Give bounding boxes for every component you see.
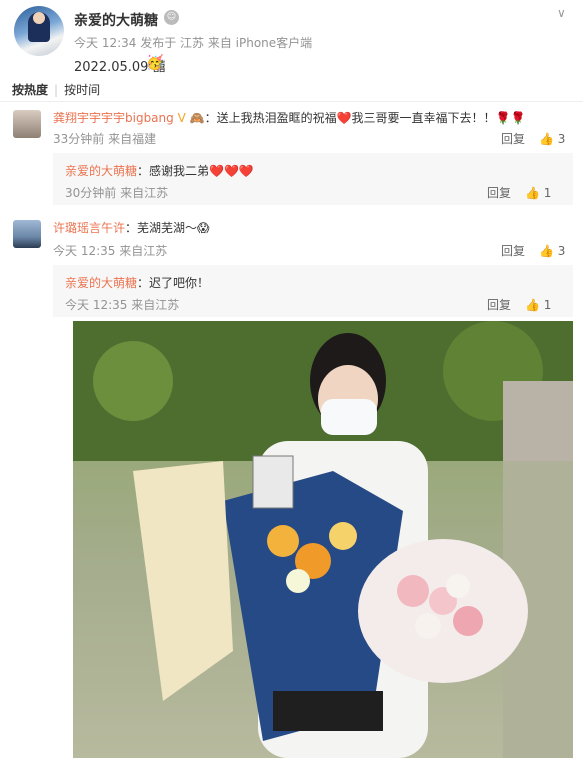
reply-1: 亲爱的大萌糖：感谢我二弟❤️❤️❤️ xyxy=(65,162,254,179)
thumbs-up-icon: 👍 xyxy=(525,298,540,312)
reply-actions: 回复 👍 1 xyxy=(487,296,551,313)
comment-text: ：送上我热泪盈眶的祝福❤️我三哥要一直幸福下去！！🌹🌹 xyxy=(204,111,526,125)
comment-actions: 回复 👍 3 xyxy=(501,242,565,259)
comment-meta: 33分钟前 来自福建 xyxy=(53,132,157,146)
comment-sort-bar: 按热度 | 按时间 xyxy=(12,81,100,98)
like-count: 3 xyxy=(557,132,566,146)
party-emoji-icon: 🥳 xyxy=(146,55,164,71)
like-count: 3 xyxy=(557,244,566,258)
like-count: 1 xyxy=(543,186,552,200)
reply-username[interactable]: 亲爱的大萌糖 xyxy=(65,276,137,290)
reply-meta: 30分钟前 来自江苏 xyxy=(65,186,169,200)
like-button[interactable]: 👍 3 xyxy=(539,244,565,258)
flower xyxy=(286,569,310,593)
face-mask xyxy=(321,399,377,435)
like-button[interactable]: 👍 3 xyxy=(539,132,565,146)
photo-card xyxy=(252,455,294,509)
comment-text: ：芜湖芜湖～😱 xyxy=(125,221,210,235)
author-name[interactable]: 亲爱的大萌糖 xyxy=(74,10,158,30)
rose xyxy=(397,575,429,607)
sort-by-time-tab[interactable]: 按时间 xyxy=(64,81,100,98)
flower xyxy=(267,525,299,557)
like-count: 1 xyxy=(543,298,552,312)
comment-username[interactable]: 龚翔宇宇宇宇bigbang xyxy=(53,111,174,125)
author-avatar[interactable] xyxy=(14,6,64,56)
reply-button[interactable]: 回复 xyxy=(487,186,511,200)
sort-separator: | xyxy=(54,83,59,97)
flower xyxy=(329,522,357,550)
comment-photo[interactable] xyxy=(73,321,573,758)
comment-1: 龚翔宇宇宇宇bigbang V 🙈：送上我热泪盈眶的祝福❤️我三哥要一直幸福下去… xyxy=(53,109,525,126)
commenter-avatar[interactable] xyxy=(13,110,41,138)
comment-meta: 今天 12:35 来自江苏 xyxy=(53,244,168,258)
post-meta: 今天 12:34 发布于 江苏 来自 iPhone客户端 xyxy=(74,36,313,50)
black-ribbon xyxy=(273,691,383,731)
reply-button[interactable]: 回复 xyxy=(501,132,525,146)
rose xyxy=(453,606,483,636)
comment-username[interactable]: 许璐瑶言午许 xyxy=(53,221,125,235)
chevron-down-icon[interactable]: ∨ xyxy=(557,6,566,20)
reply-button[interactable]: 回复 xyxy=(487,298,511,312)
verified-badge-icon: V 🙈 xyxy=(177,111,205,125)
reply-username[interactable]: 亲爱的大萌糖 xyxy=(65,164,137,178)
thumbs-up-icon: 👍 xyxy=(539,132,554,146)
reply-text: ：感谢我二弟❤️❤️❤️ xyxy=(137,164,254,178)
rose xyxy=(446,574,470,598)
thumbs-up-icon: 👍 xyxy=(525,186,540,200)
commenter-avatar[interactable] xyxy=(13,220,41,248)
reply-button[interactable]: 回复 xyxy=(501,244,525,258)
comment-2: 许璐瑶言午许：芜湖芜湖～😱 xyxy=(53,219,210,236)
reply-meta: 今天 12:35 来自江苏 xyxy=(65,298,180,312)
sort-by-hot-tab[interactable]: 按热度 xyxy=(12,81,48,98)
reply-actions: 回复 👍 1 xyxy=(487,184,551,201)
thumbs-up-icon: 👍 xyxy=(539,244,554,258)
foliage xyxy=(93,341,173,421)
robot-icon: ☺ xyxy=(164,10,179,25)
reply-2: 亲爱的大萌糖：迟了吧你！ xyxy=(65,274,209,291)
rose xyxy=(415,613,441,639)
comment-actions: 回复 👍 3 xyxy=(501,130,565,147)
reply-text: ：迟了吧你！ xyxy=(137,276,210,290)
like-button[interactable]: 👍 1 xyxy=(525,298,551,312)
like-button[interactable]: 👍 1 xyxy=(525,186,551,200)
divider xyxy=(0,101,583,102)
photo-illustration xyxy=(73,321,573,758)
avatar-face xyxy=(33,12,45,24)
